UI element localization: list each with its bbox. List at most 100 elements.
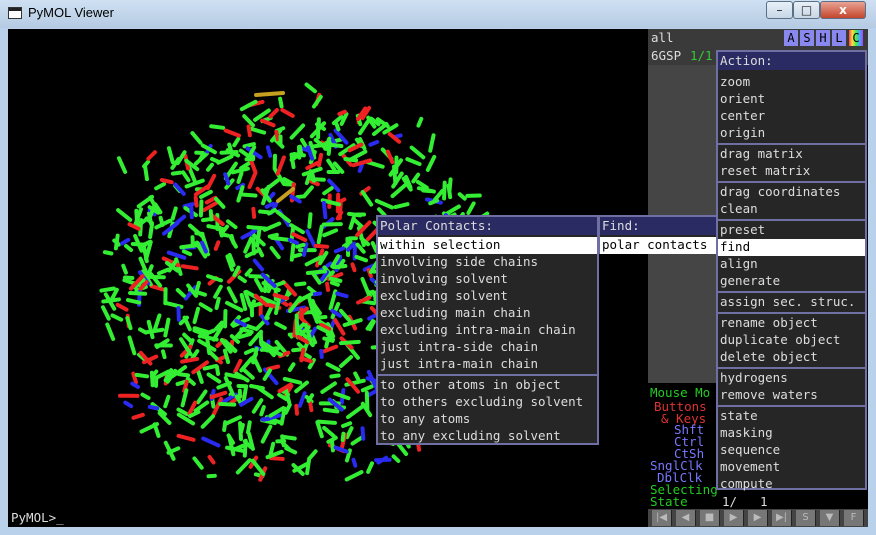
polar-menu-item-label: just intra-side chain bbox=[380, 339, 539, 354]
bond-stick bbox=[243, 236, 254, 254]
action-menu-item-drag-matrix[interactable]: drag matrix bbox=[718, 146, 865, 163]
bond-stick bbox=[335, 291, 349, 299]
polar-menu-item-excluding-main-chain[interactable]: excluding main chain bbox=[378, 305, 597, 322]
action-menu-item-zoom[interactable]: zoom bbox=[718, 74, 865, 91]
action-menu-item-compute[interactable]: compute bbox=[718, 476, 865, 493]
polar-menu-item-excluding-intra-main-chain[interactable]: excluding intra-main chain bbox=[378, 322, 597, 339]
bond-stick bbox=[320, 381, 337, 394]
find-menu-item-polar-contacts[interactable]: polar contacts bbox=[600, 237, 716, 254]
bond-stick bbox=[115, 302, 129, 312]
action-menu-item-delete-object[interactable]: delete object bbox=[718, 349, 865, 366]
bond-stick bbox=[334, 121, 341, 132]
polar-menu-item-to-others-excluding-solvent[interactable]: to others excluding solvent bbox=[378, 394, 597, 411]
window-title: PyMOL Viewer bbox=[28, 5, 114, 20]
bond-stick bbox=[268, 441, 276, 457]
bond-stick bbox=[325, 281, 331, 292]
bond-stick bbox=[120, 237, 131, 246]
action-menu-item-drag-coordinates[interactable]: drag coordinates bbox=[718, 184, 865, 201]
action-menu-item-origin[interactable]: origin bbox=[718, 125, 865, 142]
action-menu-item-preset[interactable]: preset bbox=[718, 222, 865, 239]
polar-menu-item-to-any-excluding-solvent[interactable]: to any excluding solvent bbox=[378, 428, 597, 445]
polar-menu-item-label: to any atoms bbox=[380, 411, 471, 426]
action-menu-item-sequence[interactable]: sequence bbox=[718, 442, 865, 459]
play-button[interactable]: ▶ bbox=[724, 510, 744, 526]
polar-menu-item-involving-side-chains[interactable]: involving side chains bbox=[378, 254, 597, 271]
polar-menu-item-within-selection[interactable]: within selection bbox=[378, 237, 597, 254]
bond-stick bbox=[405, 157, 422, 167]
polar-menu-item-label: to others excluding solvent bbox=[380, 394, 584, 409]
bond-stick bbox=[302, 185, 314, 199]
action-menu-item-hydrogens[interactable]: hydrogens bbox=[718, 370, 865, 387]
bond-stick bbox=[466, 201, 476, 215]
action-menu-item-orient[interactable]: orient bbox=[718, 91, 865, 108]
bond-stick bbox=[166, 146, 175, 165]
polar-menu-item-to-any-atoms[interactable]: to any atoms bbox=[378, 411, 597, 428]
action-menu-item-find[interactable]: find bbox=[718, 239, 865, 256]
bond-stick bbox=[206, 274, 223, 283]
polar-menu-item-excluding-solvent[interactable]: excluding solvent bbox=[378, 288, 597, 305]
action-button-a[interactable]: A bbox=[784, 30, 798, 46]
color-button-c[interactable]: C bbox=[849, 30, 863, 46]
fullscreen-button[interactable]: F bbox=[844, 510, 864, 526]
bond-stick bbox=[328, 289, 338, 311]
polar-contacts-menu: Polar Contacts: within selection involvin… bbox=[376, 215, 599, 445]
bond-stick bbox=[346, 404, 365, 420]
bond-stick bbox=[366, 461, 375, 474]
bond-stick bbox=[280, 434, 286, 448]
bond-stick bbox=[339, 354, 354, 368]
action-menu-item-reset-matrix[interactable]: reset matrix bbox=[718, 163, 865, 180]
first-frame-button[interactable]: |◀ bbox=[652, 510, 672, 526]
bond-stick bbox=[124, 243, 134, 253]
command-line[interactable]: PyMOL>_ bbox=[8, 509, 648, 527]
action-menu-item-movement[interactable]: movement bbox=[718, 459, 865, 476]
action-menu-item-label: duplicate object bbox=[720, 332, 841, 347]
bond-stick bbox=[109, 287, 119, 302]
action-menu-item-state[interactable]: state bbox=[718, 408, 865, 425]
bond-stick bbox=[198, 199, 204, 218]
polar-menu-item-label: just intra-main chain bbox=[380, 356, 539, 371]
action-menu-item-generate[interactable]: generate bbox=[718, 273, 865, 290]
polar-menu-item-to-other-atoms-in-object[interactable]: to other atoms in object bbox=[378, 377, 597, 394]
action-menu-item-center[interactable]: center bbox=[718, 108, 865, 125]
action-menu-item-clean[interactable]: clean bbox=[718, 201, 865, 218]
bond-stick bbox=[232, 136, 241, 148]
polar-menu-item-just-intra-side-chain[interactable]: just intra-side chain bbox=[378, 339, 597, 356]
stop-button[interactable]: ■ bbox=[700, 510, 720, 526]
bond-stick bbox=[294, 281, 307, 287]
polar-menu-item-involving-solvent[interactable]: involving solvent bbox=[378, 271, 597, 288]
bond-stick bbox=[309, 177, 326, 182]
bond-stick bbox=[101, 297, 121, 304]
disulfide-bond bbox=[254, 91, 285, 97]
next-frame-button[interactable]: ▶ bbox=[748, 510, 768, 526]
last-frame-button[interactable]: ▶| bbox=[772, 510, 792, 526]
action-menu-item-label: movement bbox=[720, 459, 781, 474]
scene-button[interactable]: S bbox=[796, 510, 816, 526]
minimize-button[interactable]: – bbox=[766, 1, 793, 19]
label-button-l[interactable]: L bbox=[832, 30, 846, 46]
bond-stick bbox=[237, 275, 247, 284]
bond-stick bbox=[239, 292, 248, 311]
bond-stick bbox=[201, 436, 221, 448]
action-menu-item-align[interactable]: align bbox=[718, 256, 865, 273]
bond-stick bbox=[308, 401, 314, 413]
bond-stick bbox=[316, 419, 337, 425]
bond-stick bbox=[282, 376, 303, 385]
movie-menu-button[interactable]: ▼ bbox=[820, 510, 840, 526]
previous-frame-button[interactable]: ◀ bbox=[676, 510, 696, 526]
bond-stick bbox=[280, 107, 295, 118]
bond-stick bbox=[125, 298, 142, 305]
close-button[interactable]: x bbox=[820, 1, 866, 19]
action-menu-item-remove-waters[interactable]: remove waters bbox=[718, 387, 865, 404]
action-menu-item-label: clean bbox=[720, 201, 758, 216]
bond-stick bbox=[305, 229, 317, 249]
maximize-button[interactable]: □ bbox=[793, 1, 820, 19]
action-menu-item-masking[interactable]: masking bbox=[718, 425, 865, 442]
action-menu-item-assign-sec-struc[interactable]: assign sec. struc. bbox=[718, 294, 865, 311]
action-menu-item-rename-object[interactable]: rename object bbox=[718, 315, 865, 332]
action-menu-separator bbox=[718, 405, 865, 407]
bond-stick bbox=[270, 235, 290, 242]
action-menu-item-duplicate-object[interactable]: duplicate object bbox=[718, 332, 865, 349]
show-button-s[interactable]: S bbox=[800, 30, 814, 46]
polar-menu-item-just-intra-main-chain[interactable]: just intra-main chain bbox=[378, 356, 597, 373]
hide-button-h[interactable]: H bbox=[816, 30, 830, 46]
